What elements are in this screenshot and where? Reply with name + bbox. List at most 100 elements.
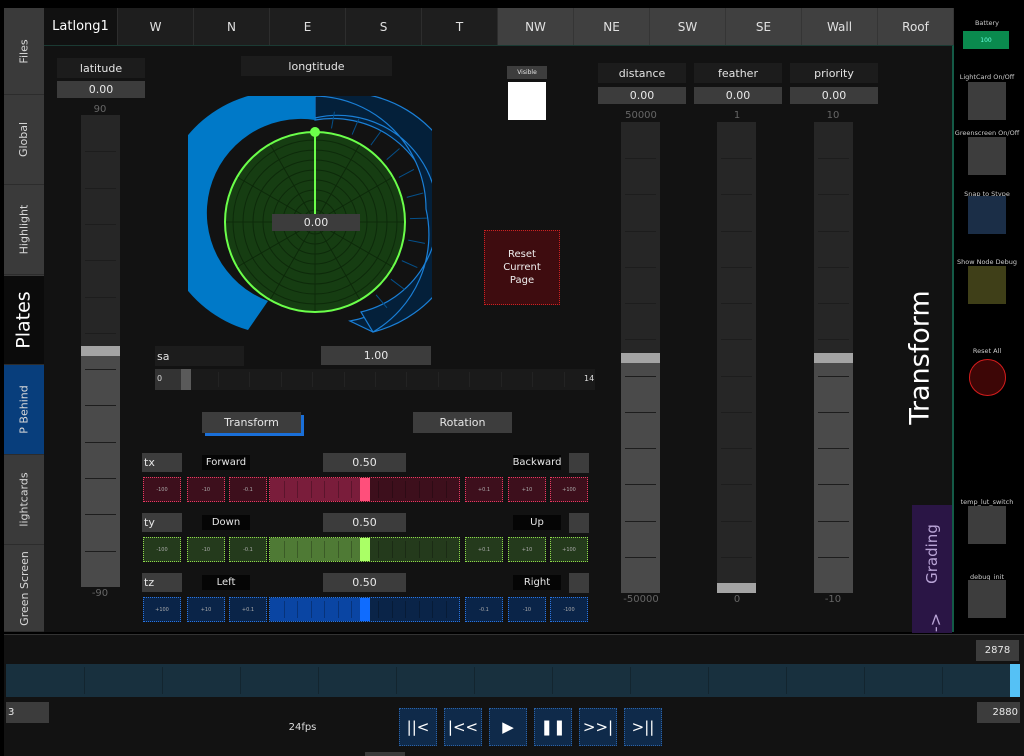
sa-value[interactable]: 1.00 bbox=[321, 346, 431, 365]
axis-ty-toggle[interactable] bbox=[569, 513, 589, 533]
reset-current-page-button[interactable]: Reset Current Page bbox=[484, 230, 560, 305]
tab-n[interactable]: N bbox=[194, 8, 270, 45]
pause-button[interactable]: ❚❚ bbox=[534, 708, 572, 746]
timeline-scrubber[interactable] bbox=[6, 664, 1020, 697]
axis-tx-step-button[interactable]: +100 bbox=[550, 477, 588, 502]
axis-tz-toggle[interactable] bbox=[569, 573, 589, 593]
snap-to-stype-toggle[interactable] bbox=[968, 196, 1006, 234]
axis-ty-step-button[interactable]: -10 bbox=[187, 537, 225, 562]
axis-tx-slider[interactable] bbox=[269, 477, 460, 502]
axis-tx-step-button[interactable]: -10 bbox=[187, 477, 225, 502]
axis-ty-step-button[interactable]: +10 bbox=[508, 537, 546, 562]
tab-wall[interactable]: Wall bbox=[802, 8, 878, 45]
sidebar-tab-green-screen[interactable]: Green Screen bbox=[4, 545, 44, 632]
axis-ty-step-button[interactable]: +0.1 bbox=[465, 537, 503, 562]
feather-label: feather bbox=[694, 63, 782, 83]
slider-thumb[interactable] bbox=[621, 352, 660, 363]
slider-thumb[interactable] bbox=[81, 346, 120, 356]
step-forward-button[interactable]: >>| bbox=[579, 708, 617, 746]
axis-ty-slider[interactable] bbox=[269, 537, 460, 562]
axis-ty-step-button[interactable]: +100 bbox=[550, 537, 588, 562]
sidebar-tab-plates[interactable]: Plates bbox=[4, 276, 44, 365]
go-start-button[interactable]: ||< bbox=[399, 708, 437, 746]
slider-thumb[interactable] bbox=[359, 538, 370, 561]
bottom-scroll-handle[interactable] bbox=[365, 752, 405, 756]
step-back-button[interactable]: |<< bbox=[444, 708, 482, 746]
transform-button[interactable]: Transform bbox=[202, 412, 301, 433]
slider-thumb[interactable] bbox=[814, 352, 853, 363]
tab-nw[interactable]: NW bbox=[498, 8, 574, 45]
sidebar-tab-p-behind[interactable]: P Behind bbox=[4, 365, 44, 455]
axis-ty-step-button[interactable]: -100 bbox=[143, 537, 181, 562]
timeline-current-frame[interactable]: 2878 bbox=[976, 640, 1019, 661]
timeline-playhead[interactable] bbox=[1010, 664, 1020, 697]
axis-tx-toggle[interactable] bbox=[569, 453, 589, 473]
distance-value[interactable]: 0.00 bbox=[598, 87, 686, 104]
slider-tick bbox=[432, 481, 433, 498]
axis-tz-step-button[interactable]: +100 bbox=[143, 597, 181, 622]
priority-value[interactable]: 0.00 bbox=[790, 87, 878, 104]
slider-tick bbox=[624, 230, 657, 232]
sidebar-tab-global[interactable]: Global bbox=[4, 95, 44, 185]
visible-toggle[interactable] bbox=[508, 82, 546, 120]
tab-s[interactable]: S bbox=[346, 8, 422, 45]
play-button[interactable]: ▶ bbox=[489, 708, 527, 746]
sa-min: 0 bbox=[157, 374, 163, 383]
tab-se[interactable]: SE bbox=[726, 8, 802, 45]
feather-value[interactable]: 0.00 bbox=[694, 87, 782, 104]
axis-tz-step-button[interactable]: -0.1 bbox=[465, 597, 503, 622]
slider-tick bbox=[445, 541, 447, 558]
axis-tz-value[interactable]: 0.50 bbox=[323, 573, 406, 592]
tab-latlong1[interactable]: Latlong1 bbox=[44, 8, 118, 45]
axis-tx-step-button[interactable]: -0.1 bbox=[229, 477, 267, 502]
latitude-slider[interactable] bbox=[81, 115, 120, 587]
feather-slider[interactable] bbox=[717, 122, 756, 593]
latitude-value[interactable]: 0.00 bbox=[57, 81, 145, 98]
timeline-start-frame[interactable]: 3 bbox=[6, 702, 49, 723]
greenscreen-toggle[interactable] bbox=[968, 137, 1006, 175]
axis-tx-step-button[interactable]: +10 bbox=[508, 477, 546, 502]
lightcard-toggle[interactable] bbox=[968, 82, 1006, 120]
axis-tx-value[interactable]: 0.50 bbox=[323, 453, 406, 472]
slider-thumb[interactable] bbox=[359, 478, 370, 501]
axis-tz-step-button[interactable]: -10 bbox=[508, 597, 546, 622]
temp-lut-switch-toggle[interactable] bbox=[968, 506, 1006, 544]
axis-tx-step-button[interactable]: -100 bbox=[143, 477, 181, 502]
priority-slider[interactable] bbox=[814, 122, 853, 593]
tab-ne[interactable]: NE bbox=[574, 8, 650, 45]
axis-ty-step-button[interactable]: -0.1 bbox=[229, 537, 267, 562]
sidebar-tab-lightcards[interactable]: lightcards bbox=[4, 455, 44, 545]
sa-slider[interactable] bbox=[155, 369, 595, 390]
axis-tx-step-button[interactable]: +0.1 bbox=[465, 477, 503, 502]
axis-tz-step-button[interactable]: -100 bbox=[550, 597, 588, 622]
tab-sw[interactable]: SW bbox=[650, 8, 726, 45]
axis-ty-value[interactable]: 0.50 bbox=[323, 513, 406, 532]
tab-roof[interactable]: Roof bbox=[878, 8, 954, 45]
reset-all-button[interactable] bbox=[969, 359, 1006, 396]
tab-w[interactable]: W bbox=[118, 8, 194, 45]
slider-tick bbox=[310, 541, 312, 558]
axis-tz-step-button[interactable]: +0.1 bbox=[229, 597, 267, 622]
longitude-value[interactable]: 0.00 bbox=[272, 214, 360, 231]
slider-thumb[interactable] bbox=[359, 598, 370, 621]
go-end-button[interactable]: >|| bbox=[624, 708, 662, 746]
slider-tick bbox=[624, 411, 657, 413]
sidebar-tab-highlight[interactable]: Highlight bbox=[4, 185, 44, 275]
fps-display[interactable]: 24fps bbox=[214, 716, 391, 738]
debug-init-toggle[interactable] bbox=[968, 580, 1006, 618]
grading-tab[interactable]: Grading -> bbox=[912, 505, 952, 633]
sidebar-tab-files[interactable]: Files bbox=[4, 8, 44, 95]
axis-tz-slider[interactable] bbox=[269, 597, 460, 622]
tab-t[interactable]: T bbox=[422, 8, 498, 45]
dial-handle[interactable] bbox=[310, 127, 320, 137]
slider-thumb[interactable] bbox=[180, 369, 191, 390]
tab-e[interactable]: E bbox=[270, 8, 346, 45]
show-node-debug-toggle[interactable] bbox=[968, 266, 1006, 304]
timeline-end-frame[interactable]: 2880 bbox=[977, 702, 1020, 723]
axis-ty-label: ty bbox=[142, 513, 182, 532]
distance-slider[interactable] bbox=[621, 122, 660, 593]
slider-thumb[interactable] bbox=[717, 583, 756, 593]
axis-tz-step-button[interactable]: +10 bbox=[187, 597, 225, 622]
priority-label: priority bbox=[790, 63, 878, 83]
rotation-button[interactable]: Rotation bbox=[413, 412, 512, 433]
